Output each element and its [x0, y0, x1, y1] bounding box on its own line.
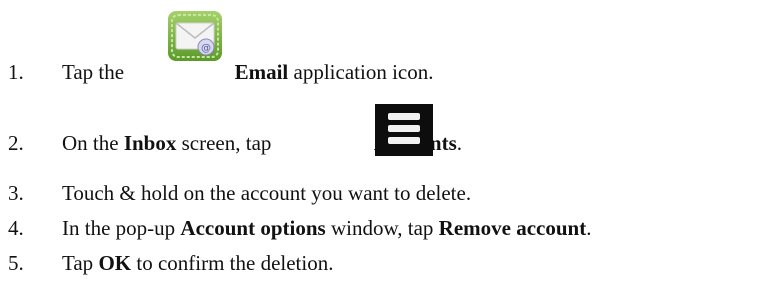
email-label: Email [234, 60, 289, 84]
step-number: 5. [8, 251, 24, 275]
step-text-before: On the [62, 131, 119, 155]
step-text-before: In the pop-up [62, 216, 176, 240]
email-app-icon: @ [168, 11, 222, 61]
step-text-after: . [456, 131, 462, 155]
step-number: 1. [8, 60, 24, 84]
step-text-after: application icon. [293, 60, 434, 84]
step-text-mid: window, tap [330, 216, 434, 240]
step-text-before: Tap the [62, 60, 125, 84]
step-text: Touch & hold on the account you want to … [62, 181, 472, 205]
step-number: 2. [8, 131, 24, 155]
inbox-label: Inbox [123, 131, 177, 155]
step-text: In the pop-up Account options window, ta… [62, 216, 591, 240]
step-text-mid: screen, tap [181, 131, 272, 155]
svg-text:@: @ [201, 43, 211, 54]
step-text-after: to confirm the deletion. [136, 251, 334, 275]
step-text-before: Tap [62, 251, 94, 275]
step-number: 4. [8, 216, 24, 240]
step-text-after: . [586, 216, 592, 240]
ok-label: OK [98, 251, 132, 275]
menu-icon [375, 104, 433, 156]
step-text: Tap OK to confirm the deletion. [62, 251, 333, 275]
remove-account-label: Remove account [438, 216, 587, 240]
account-options-label: Account options [180, 216, 326, 240]
step-number: 3. [8, 181, 24, 205]
step-text: Tap the Email application icon. [62, 60, 433, 84]
